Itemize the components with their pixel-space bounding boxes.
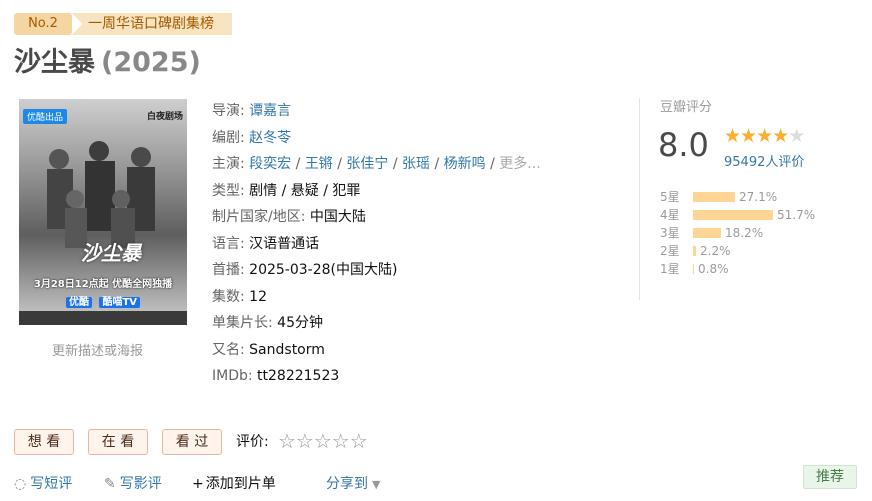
- share-dropdown[interactable]: 分享到 ▼: [326, 473, 380, 493]
- rating-distribution-row: 4星 51.7%: [660, 206, 815, 224]
- info-country: 制片国家/地区: 中国大陆: [212, 209, 366, 225]
- duration-value: 45分钟: [277, 315, 323, 331]
- add-to-list-link[interactable]: + 添加到片单: [192, 473, 276, 493]
- poster-platform-youku: 优酷: [65, 297, 92, 308]
- poster-calligraphy-title: 沙尘暴: [81, 241, 141, 265]
- rating-distribution-label: 5星: [660, 190, 680, 204]
- rating-distribution-label: 4星: [660, 208, 680, 222]
- plus-icon: +: [192, 476, 204, 492]
- star-icon: ★: [772, 125, 789, 147]
- rating-score: 8.0: [658, 126, 709, 164]
- info-duration: 单集片长: 45分钟: [212, 315, 323, 331]
- comment-icon: ◌: [14, 476, 27, 492]
- title-year: (2025): [101, 47, 201, 78]
- rating-title: 豆瓣评分: [660, 100, 713, 115]
- poster-platform-kumiao: 酷喵TV: [99, 297, 141, 308]
- rating-distribution-row: 3星 18.2%: [660, 224, 815, 242]
- user-rating-stars[interactable]: ☆☆☆☆☆: [278, 429, 368, 453]
- star-icon: ★: [756, 125, 773, 147]
- poster-platforms: 优酷 酷喵TV: [19, 293, 187, 308]
- rank-list-link[interactable]: 一周华语口碑剧集榜: [72, 13, 232, 35]
- poster-image[interactable]: 优酷出品 白夜剧场 沙尘暴 3月28日12点起 优酷全网独播 优酷 酷喵TV: [19, 99, 187, 325]
- update-poster-link[interactable]: 更新描述或海报: [52, 340, 143, 359]
- page-title: 沙尘暴 (2025): [14, 40, 201, 79]
- info-premiere: 首播: 2025-03-28(中国大陆): [212, 262, 398, 278]
- cast-link[interactable]: 杨新鸣: [444, 156, 486, 172]
- want-to-watch-button[interactable]: 想 看: [14, 429, 74, 455]
- rating-distribution-bar: [693, 228, 721, 238]
- recommend-button[interactable]: 推荐: [803, 465, 857, 489]
- rating-divider: [639, 98, 640, 300]
- rating-distribution-row: 5星 27.1%: [660, 188, 815, 206]
- director-link[interactable]: 谭嘉言: [249, 103, 291, 119]
- title-name: 沙尘暴: [14, 47, 95, 78]
- cast-link[interactable]: 王锵: [305, 156, 333, 172]
- rating-distribution: 5星 27.1% 4星 51.7% 3星 18.2% 2星 2.2% 1星 0.8%: [660, 188, 815, 278]
- rating-distribution-bar: [693, 210, 773, 220]
- rank-badge: No.2: [14, 13, 72, 35]
- genre-value: 剧情 / 悬疑 / 犯罪: [249, 182, 361, 199]
- rating-distribution-label: 1星: [660, 262, 680, 276]
- rating-distribution-label: 3星: [660, 226, 680, 240]
- rating-distribution-label: 2星: [660, 244, 680, 258]
- watched-button[interactable]: 看 过: [162, 429, 222, 455]
- info-director: 导演: 谭嘉言: [212, 103, 292, 119]
- chevron-down-icon: ▼: [372, 478, 381, 491]
- info-language: 语言: 汉语普通话: [212, 235, 320, 252]
- rating-distribution-bar: [693, 192, 735, 202]
- pencil-icon: ✎: [104, 476, 116, 492]
- poster-tag: 优酷出品: [23, 109, 68, 124]
- cast-more-link[interactable]: 更多...: [499, 156, 540, 172]
- rating-distribution-pct: 18.2%: [725, 226, 764, 240]
- info-block: 导演: 谭嘉言 编剧: 赵冬苓 主演: 段奕宏 / 王锵 / 张佳宁 / 张瑶 …: [212, 98, 622, 390]
- premiere-value: 2025-03-28(中国大陆): [249, 262, 398, 278]
- rate-label: 评价:: [236, 434, 269, 450]
- info-imdb: IMDb: tt28221523: [212, 368, 340, 384]
- aka-value: Sandstorm: [249, 341, 325, 358]
- rating-distribution-bar: [693, 246, 696, 256]
- rating-distribution-row: 2星 2.2%: [660, 242, 815, 260]
- info-cast: 主演: 段奕宏 / 王锵 / 张佳宁 / 张瑶 / 杨新鸣 / 更多...: [212, 156, 541, 172]
- rating-distribution-row: 1星 0.8%: [660, 260, 815, 278]
- rating-distribution-pct: 51.7%: [777, 208, 816, 222]
- writer-link[interactable]: 赵冬苓: [249, 130, 291, 146]
- rating-votes-link[interactable]: 95492人评价: [724, 151, 804, 170]
- star-icon: ★: [724, 125, 741, 147]
- rating-distribution-pct: 0.8%: [698, 262, 729, 276]
- rating-distribution-pct: 27.1%: [739, 190, 778, 204]
- episodes-value: 12: [249, 288, 267, 305]
- cast-link[interactable]: 张佳宁: [346, 156, 388, 172]
- star-icon: ★: [740, 125, 757, 147]
- poster-release-line: 3月28日12点起 优酷全网独播: [33, 279, 173, 290]
- cast-link[interactable]: 张瑶: [402, 156, 430, 172]
- info-episodes: 集数: 12: [212, 288, 267, 305]
- poster-footer-strip: [19, 311, 187, 325]
- cast-link[interactable]: 段奕宏: [249, 156, 291, 172]
- write-review-link[interactable]: ✎ 写影评: [104, 473, 162, 493]
- country-value: 中国大陆: [309, 209, 366, 225]
- info-aka: 又名: Sandstorm: [212, 341, 325, 358]
- rating-distribution-pct: 2.2%: [700, 244, 731, 258]
- rating-distribution-bar: [693, 264, 694, 274]
- info-genre: 类型: 剧情 / 悬疑 / 犯罪: [212, 182, 361, 199]
- poster-studio-logo: 白夜剧场: [146, 112, 183, 122]
- info-writer: 编剧: 赵冬苓: [212, 129, 292, 146]
- write-short-review-link[interactable]: ◌ 写短评: [14, 473, 72, 493]
- watching-button[interactable]: 在 看: [88, 429, 148, 455]
- rating-stars: ★★★★★: [724, 125, 805, 147]
- language-value: 汉语普通话: [249, 235, 320, 252]
- imdb-value: tt28221523: [257, 368, 340, 384]
- star-icon: ★: [788, 125, 805, 147]
